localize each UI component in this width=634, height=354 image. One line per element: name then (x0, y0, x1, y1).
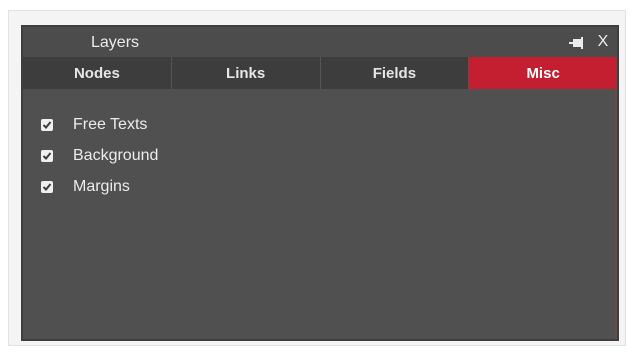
layer-item-margins[interactable]: Margins (41, 171, 158, 202)
background-label: Background (73, 146, 159, 164)
tab-links[interactable]: Links (171, 57, 321, 89)
free-texts-checkbox[interactable] (41, 118, 53, 131)
layer-list: Free Texts Background Margins (41, 109, 158, 202)
tab-fields[interactable]: Fields (320, 57, 470, 89)
free-texts-label: Free Texts (73, 115, 148, 133)
panel-title: Layers (91, 34, 140, 51)
layer-item-free-texts[interactable]: Free Texts (41, 109, 158, 140)
checkmark-icon (42, 182, 52, 191)
tab-nodes[interactable]: Nodes (23, 57, 172, 89)
panel-edge-accent (615, 89, 617, 339)
tab-bar: Nodes Links Fields Misc (23, 57, 617, 89)
tab-misc[interactable]: Misc (469, 57, 617, 89)
panel-titlebar[interactable]: Layers X (23, 27, 617, 57)
margins-label: Margins (73, 177, 130, 195)
layers-panel: Layers X Nodes Links Fields Misc Free Te… (21, 25, 619, 341)
margins-checkbox[interactable] (41, 180, 53, 193)
background-checkbox[interactable] (41, 149, 53, 162)
pin-icon[interactable] (569, 36, 585, 49)
layer-item-background[interactable]: Background (41, 140, 158, 171)
close-icon[interactable]: X (595, 33, 611, 51)
screenshot-frame: Layers X Nodes Links Fields Misc Free Te… (8, 10, 626, 346)
checkmark-icon (42, 120, 52, 129)
checkmark-icon (42, 151, 52, 160)
